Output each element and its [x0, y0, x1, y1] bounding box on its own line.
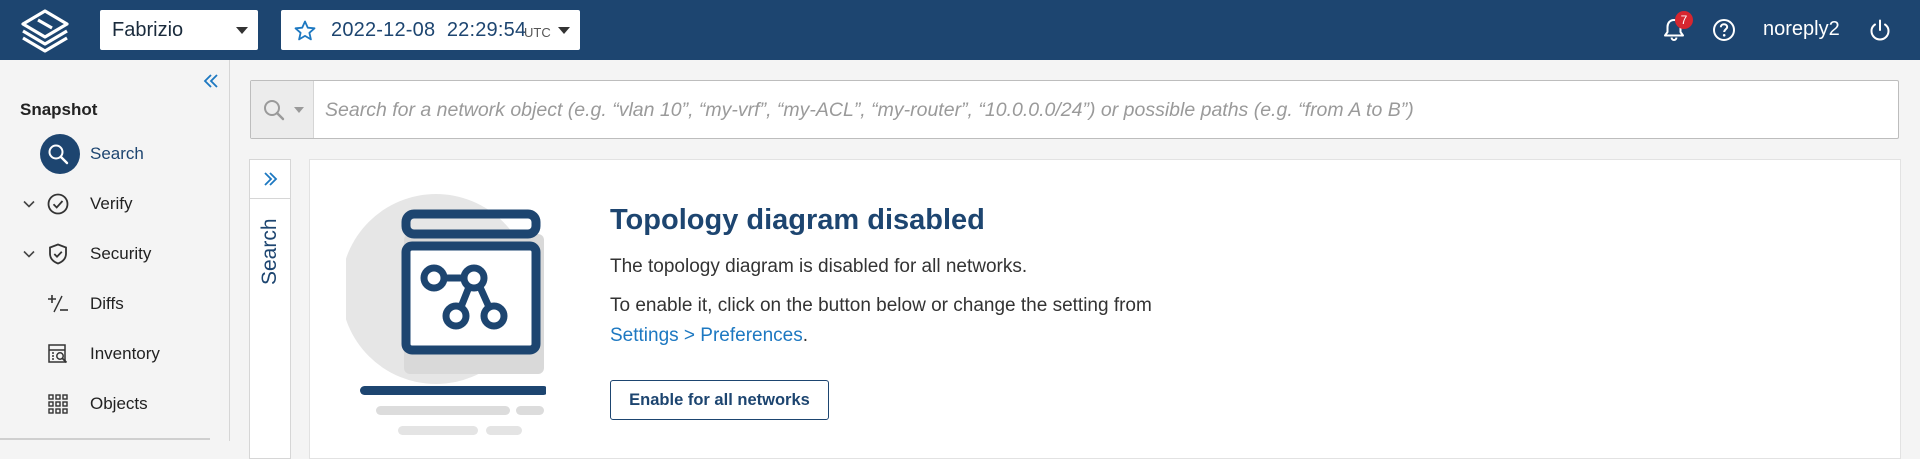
sidebar-item-label: Inventory — [90, 344, 160, 363]
divider — [250, 198, 290, 199]
sidebar-item-diffs[interactable]: Diffs — [0, 282, 228, 326]
snapshot-datetime: 2022-12-08 22:29:54 — [331, 19, 527, 41]
sidebar-item-objects[interactable]: Objects — [0, 382, 228, 426]
power-icon[interactable] — [1866, 16, 1894, 44]
search-icon — [264, 100, 285, 121]
description-text: The topology diagram is disabled for all… — [610, 256, 1028, 277]
sidebar-divider — [0, 438, 210, 440]
expand-panel-icon[interactable] — [260, 169, 280, 189]
star-icon[interactable] — [293, 19, 317, 43]
sidebar-item-label: Diffs — [90, 294, 124, 313]
settings-link-line: Settings > Preferences. — [610, 325, 808, 347]
chevron-down-icon[interactable] — [22, 197, 36, 211]
workspace-name: Fabrizio — [112, 18, 184, 41]
sidebar-item-label: Objects — [90, 394, 148, 413]
sidebar-item-verify[interactable]: Verify — [0, 182, 228, 226]
period-text: . — [802, 325, 809, 346]
search-input[interactable] — [323, 81, 1887, 140]
sidebar-item-label: Search — [90, 144, 144, 163]
check-circle-icon — [47, 193, 69, 215]
notification-badge: 7 — [1675, 11, 1693, 29]
topology-disabled-card: Topology diagram disabled The topology d… — [309, 159, 1901, 459]
chevron-down-icon — [294, 107, 304, 113]
sidebar-title: Snapshot — [20, 100, 98, 119]
sidebar-item-inventory[interactable]: Inventory — [0, 332, 228, 376]
sidebar-item-label: Security — [90, 244, 152, 263]
topology-diagram-illustration-icon — [346, 194, 546, 435]
app-logo-icon[interactable] — [18, 8, 72, 54]
enable-for-all-networks-button[interactable]: Enable for all networks — [610, 380, 829, 420]
search-bar — [250, 80, 1899, 140]
timezone-label: UTC — [524, 25, 551, 40]
settings-preferences-link[interactable]: Settings > Preferences — [610, 325, 803, 346]
shield-icon — [49, 243, 67, 265]
grid-icon — [48, 394, 68, 414]
side-panel-label[interactable]: Search — [258, 218, 282, 318]
instruction-text: To enable it, click on the button below … — [610, 295, 1152, 316]
chevron-down-icon[interactable] — [22, 247, 36, 261]
sidebar: Snapshot Search Verify Security Diffs In… — [0, 60, 230, 441]
chevron-down-icon — [236, 27, 248, 34]
chevron-down-icon — [558, 27, 570, 34]
sidebar-item-search[interactable]: Search — [0, 132, 228, 176]
page-title: Topology diagram disabled — [610, 204, 985, 236]
workspace-select[interactable]: Fabrizio — [100, 10, 258, 50]
inventory-icon — [48, 344, 68, 364]
search-side-panel: Search — [249, 159, 291, 459]
top-bar: Fabrizio 2022-12-08 22:29:54 UTC 7 norep… — [0, 0, 1920, 60]
sidebar-item-label: Verify — [90, 194, 133, 213]
plus-minus-icon — [48, 295, 68, 313]
collapse-sidebar-icon[interactable] — [200, 70, 222, 92]
help-icon[interactable] — [1710, 16, 1738, 44]
search-options-button[interactable] — [251, 81, 314, 138]
search-icon — [48, 144, 69, 165]
username[interactable]: noreply2 — [1763, 18, 1840, 41]
sidebar-item-security[interactable]: Security — [0, 232, 228, 276]
snapshot-date-select[interactable]: 2022-12-08 22:29:54 UTC — [281, 10, 580, 50]
